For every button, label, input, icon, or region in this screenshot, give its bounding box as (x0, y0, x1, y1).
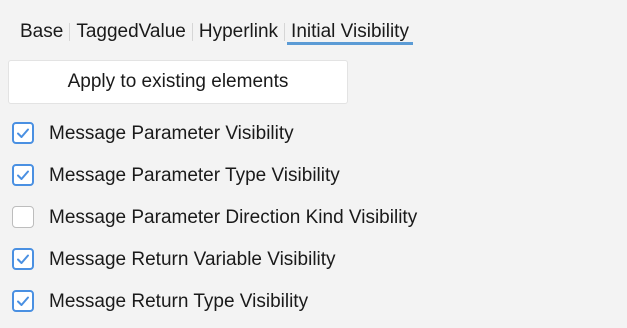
tab-taggedvalue[interactable]: TaggedValue (70, 0, 192, 50)
option-message-parameter-type-visibility[interactable]: Message Parameter Type Visibility (12, 154, 417, 196)
tab-initial-visibility[interactable]: Initial Visibility (285, 0, 415, 50)
option-label: Message Return Variable Visibility (49, 248, 336, 270)
option-label: Message Return Type Visibility (49, 290, 309, 312)
apply-to-existing-elements-button[interactable]: Apply to existing elements (8, 60, 348, 104)
checkbox-unchecked[interactable] (12, 206, 34, 228)
option-label: Message Parameter Visibility (49, 122, 294, 144)
checkmark-icon (17, 254, 29, 264)
option-label: Message Parameter Direction Kind Visibil… (49, 206, 418, 228)
checkmark-icon (17, 170, 29, 180)
checkbox-checked[interactable] (12, 122, 34, 144)
checkbox-checked[interactable] (12, 164, 34, 186)
checkbox-checked[interactable] (12, 248, 34, 270)
option-message-return-type-visibility[interactable]: Message Return Type Visibility (12, 280, 417, 322)
option-message-parameter-direction-kind-visibility[interactable]: Message Parameter Direction Kind Visibil… (12, 196, 417, 238)
checkmark-icon (17, 296, 29, 306)
option-message-parameter-visibility[interactable]: Message Parameter Visibility (12, 112, 417, 154)
option-message-return-variable-visibility[interactable]: Message Return Variable Visibility (12, 238, 417, 280)
checkbox-checked[interactable] (12, 290, 34, 312)
tab-bar: Base TaggedValue Hyperlink Initial Visib… (0, 0, 415, 50)
tab-base[interactable]: Base (0, 0, 69, 50)
option-label: Message Parameter Type Visibility (49, 164, 340, 186)
tab-hyperlink[interactable]: Hyperlink (193, 0, 284, 50)
checkmark-icon (17, 128, 29, 138)
visibility-options-list: Message Parameter Visibility Message Par… (12, 112, 417, 322)
